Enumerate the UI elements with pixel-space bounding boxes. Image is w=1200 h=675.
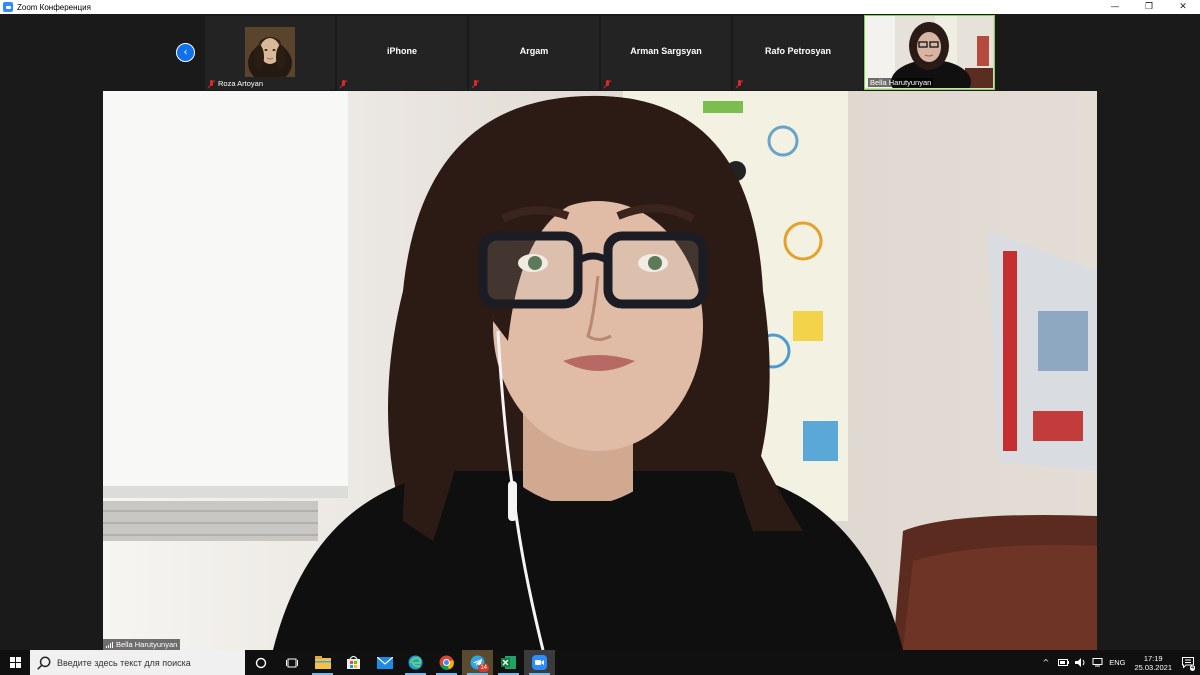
start-button[interactable]: [0, 650, 30, 675]
participant-label: [340, 80, 350, 88]
clock-time: 17:19: [1143, 653, 1163, 663]
taskbar-app-edge[interactable]: [400, 650, 431, 675]
participant-tile-rafo[interactable]: Rafo Petrosyan: [733, 16, 863, 90]
chrome-browser-icon: [439, 655, 454, 670]
participant-tile-iphone[interactable]: iPhone: [337, 16, 467, 90]
mail-envelope-icon: [376, 656, 393, 669]
muted-mic-icon: [340, 80, 347, 88]
telegram-unread-badge: 14: [478, 664, 489, 672]
participant-tile-roza[interactable]: Roza Artoyan: [205, 16, 335, 90]
taskbar-app-mail[interactable]: [369, 650, 400, 675]
participant-name: Argam: [519, 46, 549, 56]
participant-name: Arman Sargsyan: [630, 46, 702, 56]
task-view-icon: [285, 658, 298, 667]
participant-label: Bella Harutyunyan: [868, 78, 934, 87]
search-icon: [37, 656, 51, 670]
clock-date: 25.03.2021: [1134, 662, 1172, 672]
taskbar-app-chrome[interactable]: [431, 650, 462, 675]
store-bag-icon: [347, 655, 360, 669]
action-center-button[interactable]: 4: [1180, 650, 1196, 675]
participant-tile-argam[interactable]: Argam: [469, 16, 599, 90]
participant-label: Roza Artoyan: [208, 79, 263, 88]
excel-icon: [501, 656, 516, 669]
previous-page-button[interactable]: ‹: [176, 43, 195, 62]
connection-signal-icon: [106, 641, 113, 648]
cortana-button[interactable]: [245, 650, 276, 675]
speaker-video-frame: [103, 91, 1097, 650]
participant-name: Rafo Petrosyan: [764, 46, 832, 56]
windows-logo-icon: [9, 657, 21, 668]
close-button[interactable]: ✕: [1166, 0, 1200, 14]
network-icon[interactable]: [1092, 658, 1103, 667]
show-hidden-icons-button[interactable]: ^: [1042, 658, 1049, 667]
window-controls: — ❐ ✕: [1098, 0, 1200, 14]
muted-mic-icon: [736, 80, 743, 88]
participant-tile-bella[interactable]: Bella Harutyunyan: [864, 15, 995, 90]
taskbar-app-store[interactable]: [338, 650, 369, 675]
participant-label: [472, 80, 482, 88]
chevron-left-icon: ‹: [183, 47, 188, 58]
participant-name: Roza Artoyan: [218, 79, 264, 88]
muted-mic-icon: [472, 80, 479, 88]
participant-strip: ‹ Roza Artoyan iPhone Argam Arman Sargsy…: [0, 14, 1200, 91]
search-input[interactable]: [57, 657, 237, 668]
cortana-circle-icon: [255, 657, 266, 668]
zoom-app-icon: [532, 655, 547, 670]
participant-video: [245, 27, 295, 77]
task-view-button[interactable]: [276, 650, 307, 675]
restore-button[interactable]: ❐: [1132, 0, 1166, 14]
participant-name: iPhone: [386, 46, 417, 56]
taskbar-app-zoom[interactable]: [524, 650, 555, 675]
minimize-button[interactable]: —: [1098, 0, 1132, 14]
active-speaker-label: Bella Harutyunyan: [103, 639, 181, 650]
notification-count-badge: 4: [1189, 665, 1195, 671]
participant-label: [604, 80, 614, 88]
taskbar-app-file-explorer[interactable]: [307, 650, 338, 675]
input-language-indicator[interactable]: ENG: [1109, 658, 1125, 667]
taskbar-search-box[interactable]: [30, 650, 245, 675]
clock[interactable]: 17:19 25.03.2021: [1134, 654, 1172, 672]
muted-mic-icon: [604, 80, 611, 88]
participant-tile-arman[interactable]: Arman Sargsyan: [601, 16, 731, 90]
participant-name: Bella Harutyunyan: [870, 78, 932, 87]
window-title: Zoom Конференция: [17, 2, 91, 12]
active-speaker-video[interactable]: [103, 91, 1097, 650]
volume-icon[interactable]: [1075, 658, 1086, 667]
edge-browser-icon: [408, 655, 423, 670]
window-titlebar: Zoom Конференция — ❐ ✕: [0, 0, 1200, 14]
zoom-app-icon: [3, 2, 13, 12]
active-speaker-name: Bella Harutyunyan: [116, 640, 178, 649]
folder-icon: [314, 656, 331, 669]
muted-mic-icon: [208, 79, 215, 88]
taskbar-app-excel[interactable]: [493, 650, 524, 675]
participant-label: [736, 80, 746, 88]
taskbar-app-telegram[interactable]: 14: [462, 650, 493, 675]
windows-taskbar: 14 ^ ENG 17:19 25.03.2021 4: [0, 650, 1200, 675]
system-tray: ^ ENG 17:19 25.03.2021 4: [1042, 650, 1200, 675]
battery-icon[interactable]: [1058, 658, 1070, 667]
